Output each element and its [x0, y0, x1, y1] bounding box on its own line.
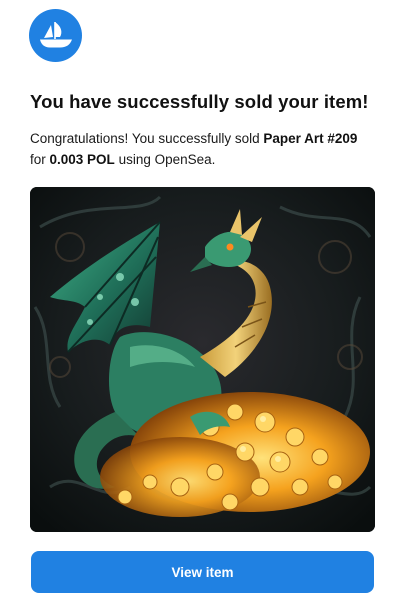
dragon-artwork-image[interactable]: [30, 187, 375, 532]
item-name: Paper Art #209: [263, 131, 358, 146]
message-prefix: Congratulations! You successfully sold: [30, 131, 264, 146]
message-middle: for: [30, 152, 50, 167]
sale-price: 0.003 POL: [49, 152, 115, 167]
view-item-button[interactable]: View item: [31, 551, 374, 593]
message-suffix: using OpenSea.: [114, 152, 216, 167]
sale-message: Congratulations! You successfully sold P…: [30, 128, 375, 170]
opensea-logo: [29, 9, 82, 62]
email-page: You have successfully sold your item! Co…: [0, 0, 402, 597]
page-title: You have successfully sold your item!: [30, 91, 369, 112]
opensea-ship-icon: [39, 21, 72, 47]
